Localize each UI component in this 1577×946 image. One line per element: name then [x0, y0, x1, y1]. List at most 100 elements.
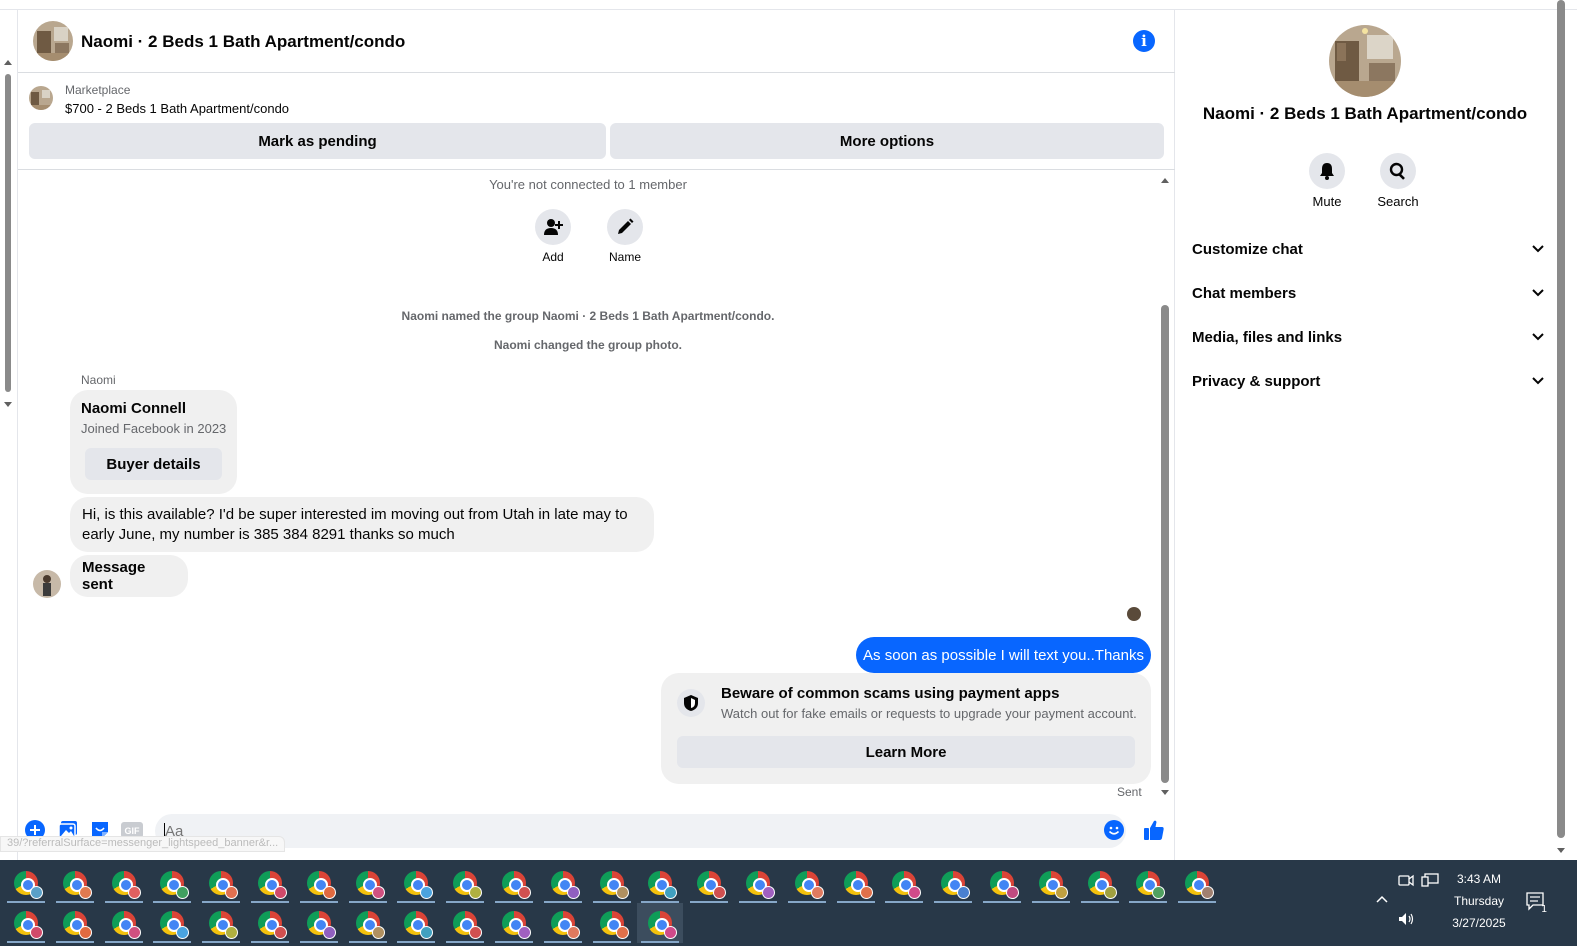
taskbar-chrome-window[interactable]	[393, 903, 439, 943]
profile-badge-icon	[664, 886, 678, 899]
taskbar-chrome-window[interactable]	[1125, 863, 1171, 903]
section-customize-chat[interactable]: Customize chat	[1192, 237, 1544, 261]
taskbar-chrome-window[interactable]	[149, 863, 195, 903]
details-title: Naomi · 2 Beds 1 Bath Apartment/condo	[1202, 104, 1528, 123]
profile-badge-icon	[225, 886, 239, 899]
profile-badge-icon	[859, 886, 873, 899]
incoming-message[interactable]: Hi, is this available? I'd be super inte…	[70, 497, 654, 552]
more-options-button[interactable]: More options	[610, 123, 1164, 159]
taskbar-chrome-window[interactable]	[1174, 863, 1220, 903]
outgoing-message[interactable]: As soon as possible I will text you..Tha…	[856, 637, 1151, 673]
section-privacy-support[interactable]: Privacy & support	[1192, 369, 1544, 393]
section-media-files-links[interactable]: Media, files and links	[1192, 325, 1544, 349]
taskbar-chrome-window[interactable]	[52, 863, 98, 903]
taskbar-chrome-window[interactable]	[589, 863, 635, 903]
taskbar-chrome-window[interactable]	[3, 903, 49, 943]
learn-more-button[interactable]: Learn More	[677, 736, 1135, 768]
taskbar-chrome-window[interactable]	[101, 903, 147, 943]
taskbar-chrome-window[interactable]	[491, 863, 537, 903]
taskbar-chrome-window[interactable]	[442, 863, 488, 903]
clock-date[interactable]: 3/27/2025	[1440, 916, 1518, 930]
message-input[interactable]	[155, 814, 1126, 848]
section-chat-members[interactable]: Chat members	[1192, 281, 1544, 305]
taskbar-chrome-window[interactable]	[491, 903, 537, 943]
running-indicator	[690, 901, 729, 903]
message-list[interactable]: You're not connected to 1 member Add Nam…	[18, 170, 1175, 806]
taskbar-chrome-window[interactable]	[101, 863, 147, 903]
running-indicator	[202, 941, 241, 943]
name-group-button[interactable]	[607, 209, 643, 245]
taskbar-chrome-window[interactable]	[345, 903, 391, 943]
taskbar-chrome-window[interactable]	[540, 903, 586, 943]
group-avatar[interactable]	[33, 21, 73, 61]
scroll-thumb[interactable]	[1161, 305, 1169, 783]
mute-button[interactable]	[1309, 153, 1345, 189]
top-strip	[0, 0, 1577, 10]
listing-thumbnail[interactable]	[29, 86, 53, 110]
clock-time[interactable]: 3:43 AM	[1440, 872, 1518, 886]
profile-badge-icon	[78, 886, 92, 899]
info-icon[interactable]: i	[1133, 30, 1155, 52]
taskbar-chrome-window[interactable]	[3, 863, 49, 903]
conversation-title[interactable]: Naomi · 2 Beds 1 Bath Apartment/condo	[81, 32, 405, 52]
emoji-icon[interactable]	[1104, 820, 1124, 840]
taskbar-chrome-window[interactable]	[393, 863, 439, 903]
scroll-up-arrow[interactable]	[4, 60, 12, 65]
like-icon[interactable]	[1143, 819, 1165, 841]
group-photo[interactable]	[1329, 25, 1401, 97]
taskbar-chrome-window[interactable]	[589, 903, 635, 943]
message-sent-bubble[interactable]: Message sent	[70, 555, 188, 597]
meet-now-icon[interactable]	[1398, 873, 1414, 891]
taskbar-chrome-window[interactable]	[637, 863, 683, 903]
scroll-down-arrow[interactable]	[1161, 790, 1169, 795]
gif-label: GIF	[125, 826, 141, 836]
scroll-down-arrow[interactable]	[1557, 848, 1565, 853]
chrome-icon	[14, 871, 43, 899]
taskbar-chrome-window[interactable]	[52, 903, 98, 943]
add-member-button[interactable]	[535, 209, 571, 245]
scroll-thumb[interactable]	[1557, 0, 1565, 838]
profile-joined: Joined Facebook in 2023	[81, 421, 227, 436]
taskbar-chrome-window[interactable]	[296, 903, 342, 943]
taskbar-chrome-window[interactable]	[735, 863, 781, 903]
chrome-icon	[843, 871, 873, 899]
search-button[interactable]	[1380, 153, 1416, 189]
scroll-thumb[interactable]	[5, 74, 11, 392]
taskbar-chrome-window[interactable]	[1077, 863, 1123, 903]
clock-day[interactable]: Thursday	[1440, 894, 1518, 908]
sender-avatar[interactable]	[33, 570, 61, 598]
taskbar-chrome-window[interactable]	[784, 863, 830, 903]
chevron-up-icon[interactable]	[1376, 892, 1388, 907]
taskbar-chrome-window[interactable]	[442, 903, 488, 943]
taskbar-chrome-window[interactable]	[296, 863, 342, 903]
taskbar-chrome-window[interactable]	[247, 903, 293, 943]
details-panel: Naomi · 2 Beds 1 Bath Apartment/condo Mu…	[1176, 10, 1554, 860]
listing-title[interactable]: $700 - 2 Beds 1 Bath Apartment/condo	[65, 101, 289, 116]
buyer-details-button[interactable]: Buyer details	[85, 448, 222, 480]
scroll-up-arrow[interactable]	[1161, 178, 1169, 183]
taskbar-chrome-window[interactable]	[247, 863, 293, 903]
taskbar-chrome-window[interactable]	[540, 863, 586, 903]
running-indicator	[1031, 901, 1070, 903]
taskbar-chrome-window[interactable]	[930, 863, 976, 903]
profile-badge-icon	[762, 886, 775, 899]
network-icon[interactable]	[1421, 873, 1439, 891]
taskbar-chrome-window[interactable]	[881, 863, 927, 903]
taskbar-chrome-window[interactable]	[345, 863, 391, 903]
taskbar-chrome-window[interactable]	[1028, 863, 1074, 903]
mark-as-pending-button[interactable]: Mark as pending	[29, 123, 606, 159]
taskbar-chrome-window[interactable]	[979, 863, 1025, 903]
taskbar-chrome-window[interactable]	[198, 863, 244, 903]
taskbar-chrome-window[interactable]	[637, 903, 684, 943]
volume-icon[interactable]	[1398, 912, 1416, 930]
scroll-down-arrow[interactable]	[4, 402, 12, 407]
taskbar-chrome-window[interactable]	[686, 863, 732, 903]
taskbar-chrome-window[interactable]	[198, 903, 244, 943]
taskbar-chrome-window[interactable]	[833, 863, 879, 903]
left-scrollbar[interactable]	[0, 56, 17, 411]
profile-name[interactable]: Naomi Connell	[81, 400, 186, 417]
notification-icon[interactable]: 1	[1526, 892, 1548, 916]
message-scrollbar[interactable]	[1158, 178, 1172, 798]
page-scrollbar[interactable]	[1554, 0, 1568, 860]
taskbar-chrome-window[interactable]	[149, 903, 195, 943]
